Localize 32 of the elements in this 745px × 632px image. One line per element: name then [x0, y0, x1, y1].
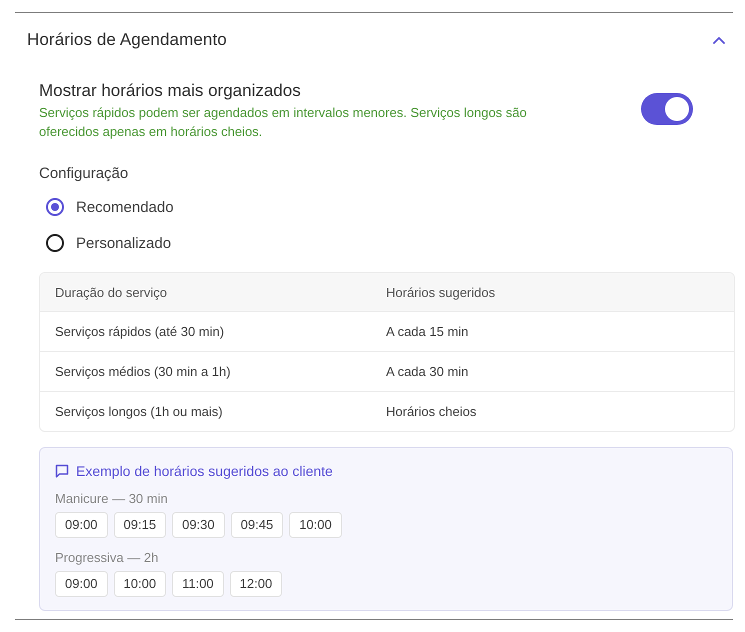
- radio-button[interactable]: [46, 234, 64, 252]
- table-cell-text: Serviços rápidos (até 30 min): [54, 324, 226, 339]
- table-cell-text: A cada 15 min: [385, 324, 470, 339]
- time-slot-chip: 09:45: [230, 512, 284, 538]
- configuration-label: Configuração: [39, 164, 130, 184]
- table-cell-text: Serviços médios (30 min a 1h): [54, 364, 232, 379]
- time-slot-chip: 12:00: [230, 571, 282, 597]
- collapse-toggle-button[interactable]: [711, 34, 727, 46]
- time-slot-chip: 09:00: [55, 512, 108, 538]
- table-cell-text: A cada 30 min: [385, 364, 470, 379]
- chat-bubble-icon: [55, 464, 69, 478]
- time-slot-chip: 09:30: [172, 512, 225, 538]
- time-slot-chip: 09:15: [114, 512, 166, 538]
- radio-label[interactable]: Personalizado: [76, 234, 172, 252]
- setting-title: Mostrar horários mais organizados: [39, 80, 302, 102]
- section-title: Horários de Agendamento: [27, 30, 227, 50]
- table-cell-text: Serviços longos (1h ou mais): [54, 404, 224, 419]
- radio-button[interactable]: [46, 198, 64, 216]
- table-cell-text: Horários cheios: [385, 404, 478, 419]
- time-slot-chip: 10:00: [289, 512, 342, 538]
- column-header: Duração do serviço: [54, 284, 168, 300]
- time-slot-chip: 10:00: [114, 571, 166, 597]
- time-slot-chip: 09:00: [55, 571, 108, 597]
- radio-label[interactable]: Recomendado: [76, 198, 174, 216]
- service-label: Progressiva — 2h: [55, 550, 160, 566]
- toggle-switch[interactable]: [641, 93, 693, 125]
- chevron-icon: [713, 36, 725, 44]
- service-label: Manicure — 30 min: [55, 491, 169, 507]
- time-slot-chip: 11:00: [172, 571, 224, 597]
- column-header: Horários sugeridos: [385, 284, 496, 300]
- example-title: Exemplo de horários sugeridos ao cliente: [76, 463, 333, 479]
- setting-description: Serviços rápidos podem ser agendados em intervalos menores. Serviços longos são oferecidos apenas em horários cheios.: [39, 104, 528, 141]
